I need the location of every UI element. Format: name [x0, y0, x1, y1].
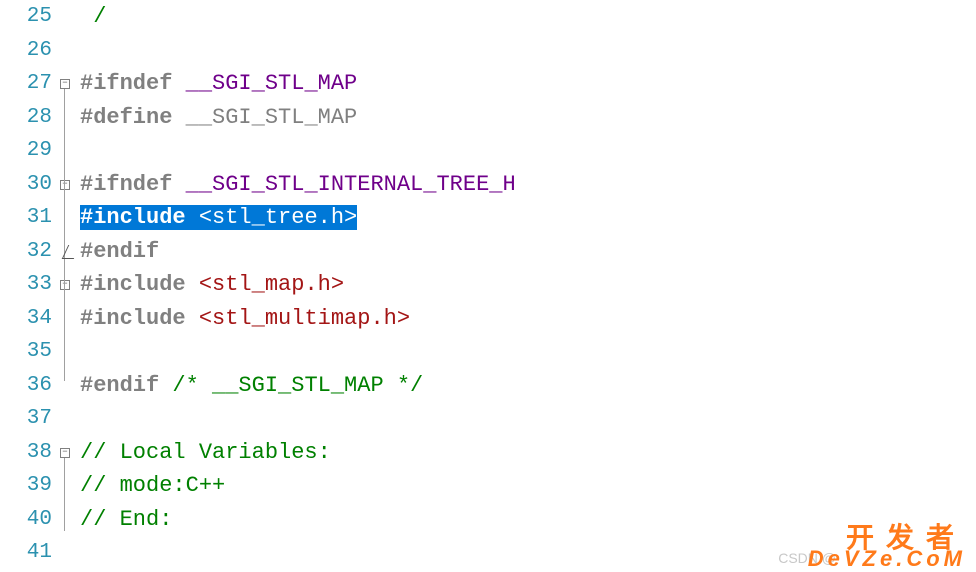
- code-line[interactable]: /: [80, 0, 976, 34]
- fold-column[interactable]: − − − −: [60, 0, 80, 570]
- token-preproc: #include: [80, 205, 186, 230]
- line-number: 28: [0, 101, 60, 135]
- token-comment: // Local Variables:: [80, 440, 331, 465]
- fold-guide-line: [64, 458, 65, 532]
- token-preproc: #ifndef: [80, 172, 172, 197]
- token-preproc: #endif: [80, 373, 159, 398]
- token-plain: [172, 172, 185, 197]
- line-number: 35: [0, 335, 60, 369]
- token-preproc: #endif: [80, 239, 159, 264]
- line-number: 38: [0, 436, 60, 470]
- token-bracket: <stl_tree.h>: [199, 205, 357, 230]
- token-plain: [186, 272, 199, 297]
- code-line[interactable]: [80, 34, 976, 68]
- token-preproc: #ifndef: [80, 71, 172, 96]
- fold-toggle-icon[interactable]: −: [60, 448, 70, 458]
- code-line[interactable]: #include <stl_map.h>: [80, 268, 976, 302]
- token-bracket: <stl_map.h>: [199, 272, 344, 297]
- token-preproc: #include: [80, 272, 186, 297]
- token-plain: [172, 105, 185, 130]
- code-line[interactable]: #include <stl_multimap.h>: [80, 302, 976, 336]
- fold-toggle-icon[interactable]: −: [60, 180, 70, 190]
- line-number: 31: [0, 201, 60, 235]
- line-number-gutter: 2526272829303132333435363738394041: [0, 0, 60, 570]
- line-number: 32: [0, 235, 60, 269]
- token-macro: __SGI_STL_MAP: [186, 71, 358, 96]
- token-preproc: #include: [80, 306, 186, 331]
- fold-toggle-icon[interactable]: −: [60, 280, 70, 290]
- token-comment: /: [80, 4, 106, 29]
- code-line[interactable]: [80, 134, 976, 168]
- token-bracket: <stl_multimap.h>: [199, 306, 410, 331]
- code-area[interactable]: /#ifndef __SGI_STL_MAP#define __SGI_STL_…: [80, 0, 976, 570]
- line-number: 30: [0, 168, 60, 202]
- token-plain: [172, 71, 185, 96]
- fold-toggle-icon[interactable]: −: [60, 79, 70, 89]
- code-line[interactable]: #endif: [80, 235, 976, 269]
- line-number: 41: [0, 536, 60, 570]
- code-line[interactable]: #ifndef __SGI_STL_MAP: [80, 67, 976, 101]
- line-number: 36: [0, 369, 60, 403]
- token-plain: [186, 205, 199, 230]
- code-line[interactable]: // mode:C++: [80, 469, 976, 503]
- line-number: 25: [0, 0, 60, 34]
- code-line[interactable]: #ifndef __SGI_STL_INTERNAL_TREE_H: [80, 168, 976, 202]
- token-comment: // mode:C++: [80, 473, 225, 498]
- line-number: 33: [0, 268, 60, 302]
- fold-guide-line: [64, 290, 65, 314]
- code-line[interactable]: // End:: [80, 503, 976, 537]
- code-line[interactable]: #include <stl_tree.h>: [80, 201, 976, 235]
- code-line[interactable]: [80, 402, 976, 436]
- line-number: 27: [0, 67, 60, 101]
- line-number: 37: [0, 402, 60, 436]
- line-number: 26: [0, 34, 60, 68]
- token-comment: // End:: [80, 507, 172, 532]
- code-editor[interactable]: 2526272829303132333435363738394041 − − −− …: [0, 0, 976, 570]
- fold-guide-line: [64, 190, 65, 247]
- line-number: 40: [0, 503, 60, 537]
- token-define: __SGI_STL_MAP: [186, 105, 358, 130]
- token-comment: /* __SGI_STL_MAP */: [172, 373, 423, 398]
- watermark-en: DeVZe.CoM: [808, 546, 966, 572]
- line-number: 29: [0, 134, 60, 168]
- token-preproc: #define: [80, 105, 172, 130]
- line-number: 34: [0, 302, 60, 336]
- code-line[interactable]: #endif /* __SGI_STL_MAP */: [80, 369, 976, 403]
- code-line[interactable]: // Local Variables:: [80, 436, 976, 470]
- code-line[interactable]: [80, 335, 976, 369]
- token-plain: [159, 373, 172, 398]
- token-macro: __SGI_STL_INTERNAL_TREE_H: [186, 172, 516, 197]
- token-plain: [186, 306, 199, 331]
- line-number: 39: [0, 469, 60, 503]
- code-line[interactable]: #define __SGI_STL_MAP: [80, 101, 976, 135]
